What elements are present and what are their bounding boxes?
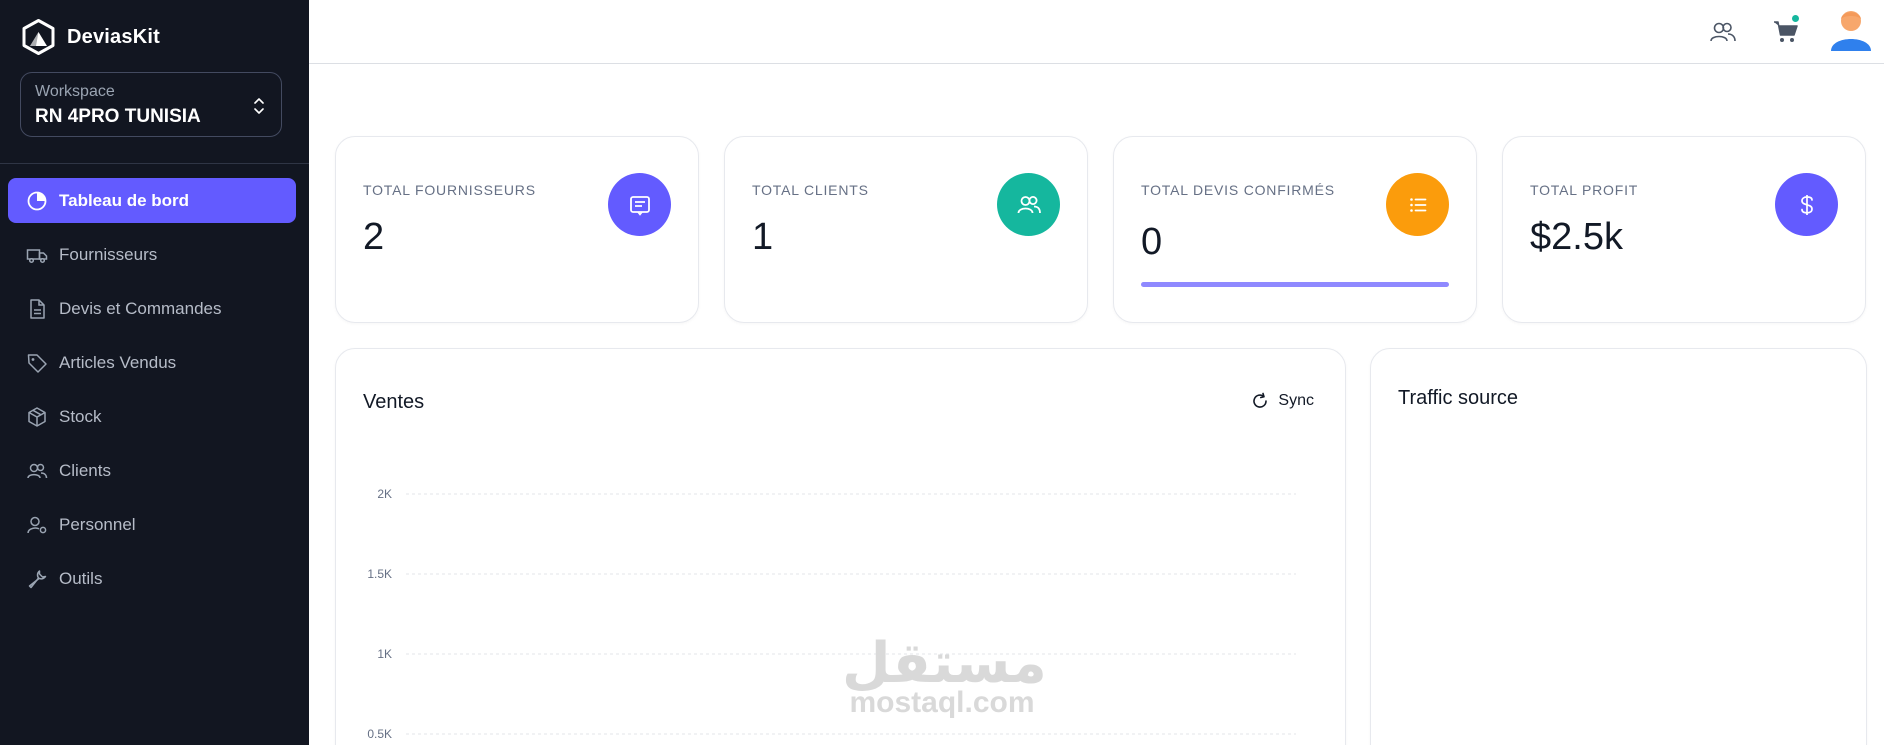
stat-card-clients: TOTAL CLIENTS 1: [724, 136, 1088, 323]
traffic-source-card: Traffic source: [1370, 348, 1867, 745]
sidebar-item-stock[interactable]: Stock: [8, 394, 296, 439]
users-icon: [1710, 22, 1736, 42]
stat-card-devis-confirmes: TOTAL DEVIS CONFIRMÉS 0: [1113, 136, 1477, 323]
list-icon: [1386, 173, 1449, 236]
chart-ytick-label: 1K: [377, 647, 392, 661]
tag-icon: [26, 352, 48, 374]
sales-card: Ventes Sync 2K 1.5K 1K 0.5K: [335, 348, 1346, 745]
contacts-button[interactable]: [1705, 14, 1741, 50]
wrench-icon: [26, 568, 48, 590]
sync-label: Sync: [1278, 392, 1314, 409]
stat-title: TOTAL DEVIS CONFIRMÉS: [1141, 182, 1335, 198]
sidebar-item-label: Stock: [59, 406, 102, 426]
chart-ytick-label: 2K: [377, 487, 392, 501]
chart-ytick-label: 1.5K: [367, 567, 392, 581]
sales-title: Ventes: [363, 391, 425, 413]
chart-pie-icon: [26, 190, 48, 212]
refresh-icon: [1253, 392, 1268, 408]
chart-ytick-label: 0.5K: [367, 727, 392, 741]
truck-icon: [26, 244, 48, 266]
sync-button[interactable]: Sync: [1250, 391, 1314, 411]
sidebar-item-fournisseurs[interactable]: Fournisseurs: [8, 232, 296, 277]
dollar-icon: [1775, 173, 1838, 236]
workspace-value: RN 4PRO TUNISIA: [35, 106, 201, 127]
workspace-label: Workspace: [35, 83, 115, 100]
workspace-selector[interactable]: Workspace RN 4PRO TUNISIA: [20, 72, 282, 137]
sidebar-item-outils[interactable]: Outils: [8, 556, 296, 601]
stat-value: 2: [363, 216, 385, 258]
sidebar-item-label: Articles Vendus: [59, 352, 177, 372]
users-icon: [997, 173, 1060, 236]
chevron-up-down-icon: [254, 98, 264, 114]
sidebar-item-label: Outils: [59, 568, 103, 588]
receipt-icon: [608, 173, 671, 236]
stat-title: TOTAL CLIENTS: [752, 182, 869, 198]
sidebar-item-label: Clients: [59, 460, 111, 480]
cart-icon: [1774, 21, 1798, 42]
sidebar-nav: Tableau de bord Fournisseurs Devis et Co…: [8, 178, 296, 610]
sidebar-item-label: Personnel: [59, 514, 136, 534]
brand[interactable]: DeviasKit: [22, 19, 160, 55]
sidebar-item-clients[interactable]: Clients: [8, 448, 296, 493]
brand-name: DeviasKit: [67, 25, 160, 48]
topbar: [309, 0, 1884, 64]
user-gear-icon: [26, 514, 48, 536]
avatar-icon: [1831, 11, 1871, 51]
cube-icon: [26, 406, 48, 428]
document-icon: [26, 298, 48, 320]
sidebar-item-articles-vendus[interactable]: Articles Vendus: [8, 340, 296, 385]
sidebar-item-label: Devis et Commandes: [59, 298, 222, 318]
sidebar-item-devis-et-commandes[interactable]: Devis et Commandes: [8, 286, 296, 331]
stat-value: 1: [752, 216, 774, 258]
sidebar-divider: [0, 163, 309, 164]
sidebar-item-personnel[interactable]: Personnel: [8, 502, 296, 547]
users-icon: [26, 460, 48, 482]
stat-card-fournisseurs: TOTAL FOURNISSEURS 2: [335, 136, 699, 323]
progress-bar-fill: [1141, 282, 1449, 287]
stat-title: TOTAL FOURNISSEURS: [363, 182, 536, 198]
sales-chart: 2K 1.5K 1K 0.5K: [367, 487, 1296, 741]
stat-value: $2.5k: [1530, 216, 1623, 258]
progress-bar: [1141, 282, 1449, 287]
notification-dot: [1791, 14, 1800, 23]
brand-logo-icon: [22, 19, 55, 55]
stat-title: TOTAL PROFIT: [1530, 182, 1639, 198]
avatar[interactable]: [1829, 5, 1873, 51]
cart-button[interactable]: [1768, 14, 1804, 50]
sidebar: DeviasKit Workspace RN 4PRO TUNISIA Tabl…: [0, 0, 309, 745]
sidebar-item-label: Fournisseurs: [59, 244, 158, 264]
stat-card-profit: TOTAL PROFIT $2.5k: [1502, 136, 1866, 323]
traffic-source-title: Traffic source: [1398, 387, 1519, 409]
stat-value: 0: [1141, 221, 1163, 263]
sidebar-item-tableau-de-bord[interactable]: Tableau de bord: [8, 178, 296, 223]
sidebar-item-label: Tableau de bord: [59, 190, 190, 210]
